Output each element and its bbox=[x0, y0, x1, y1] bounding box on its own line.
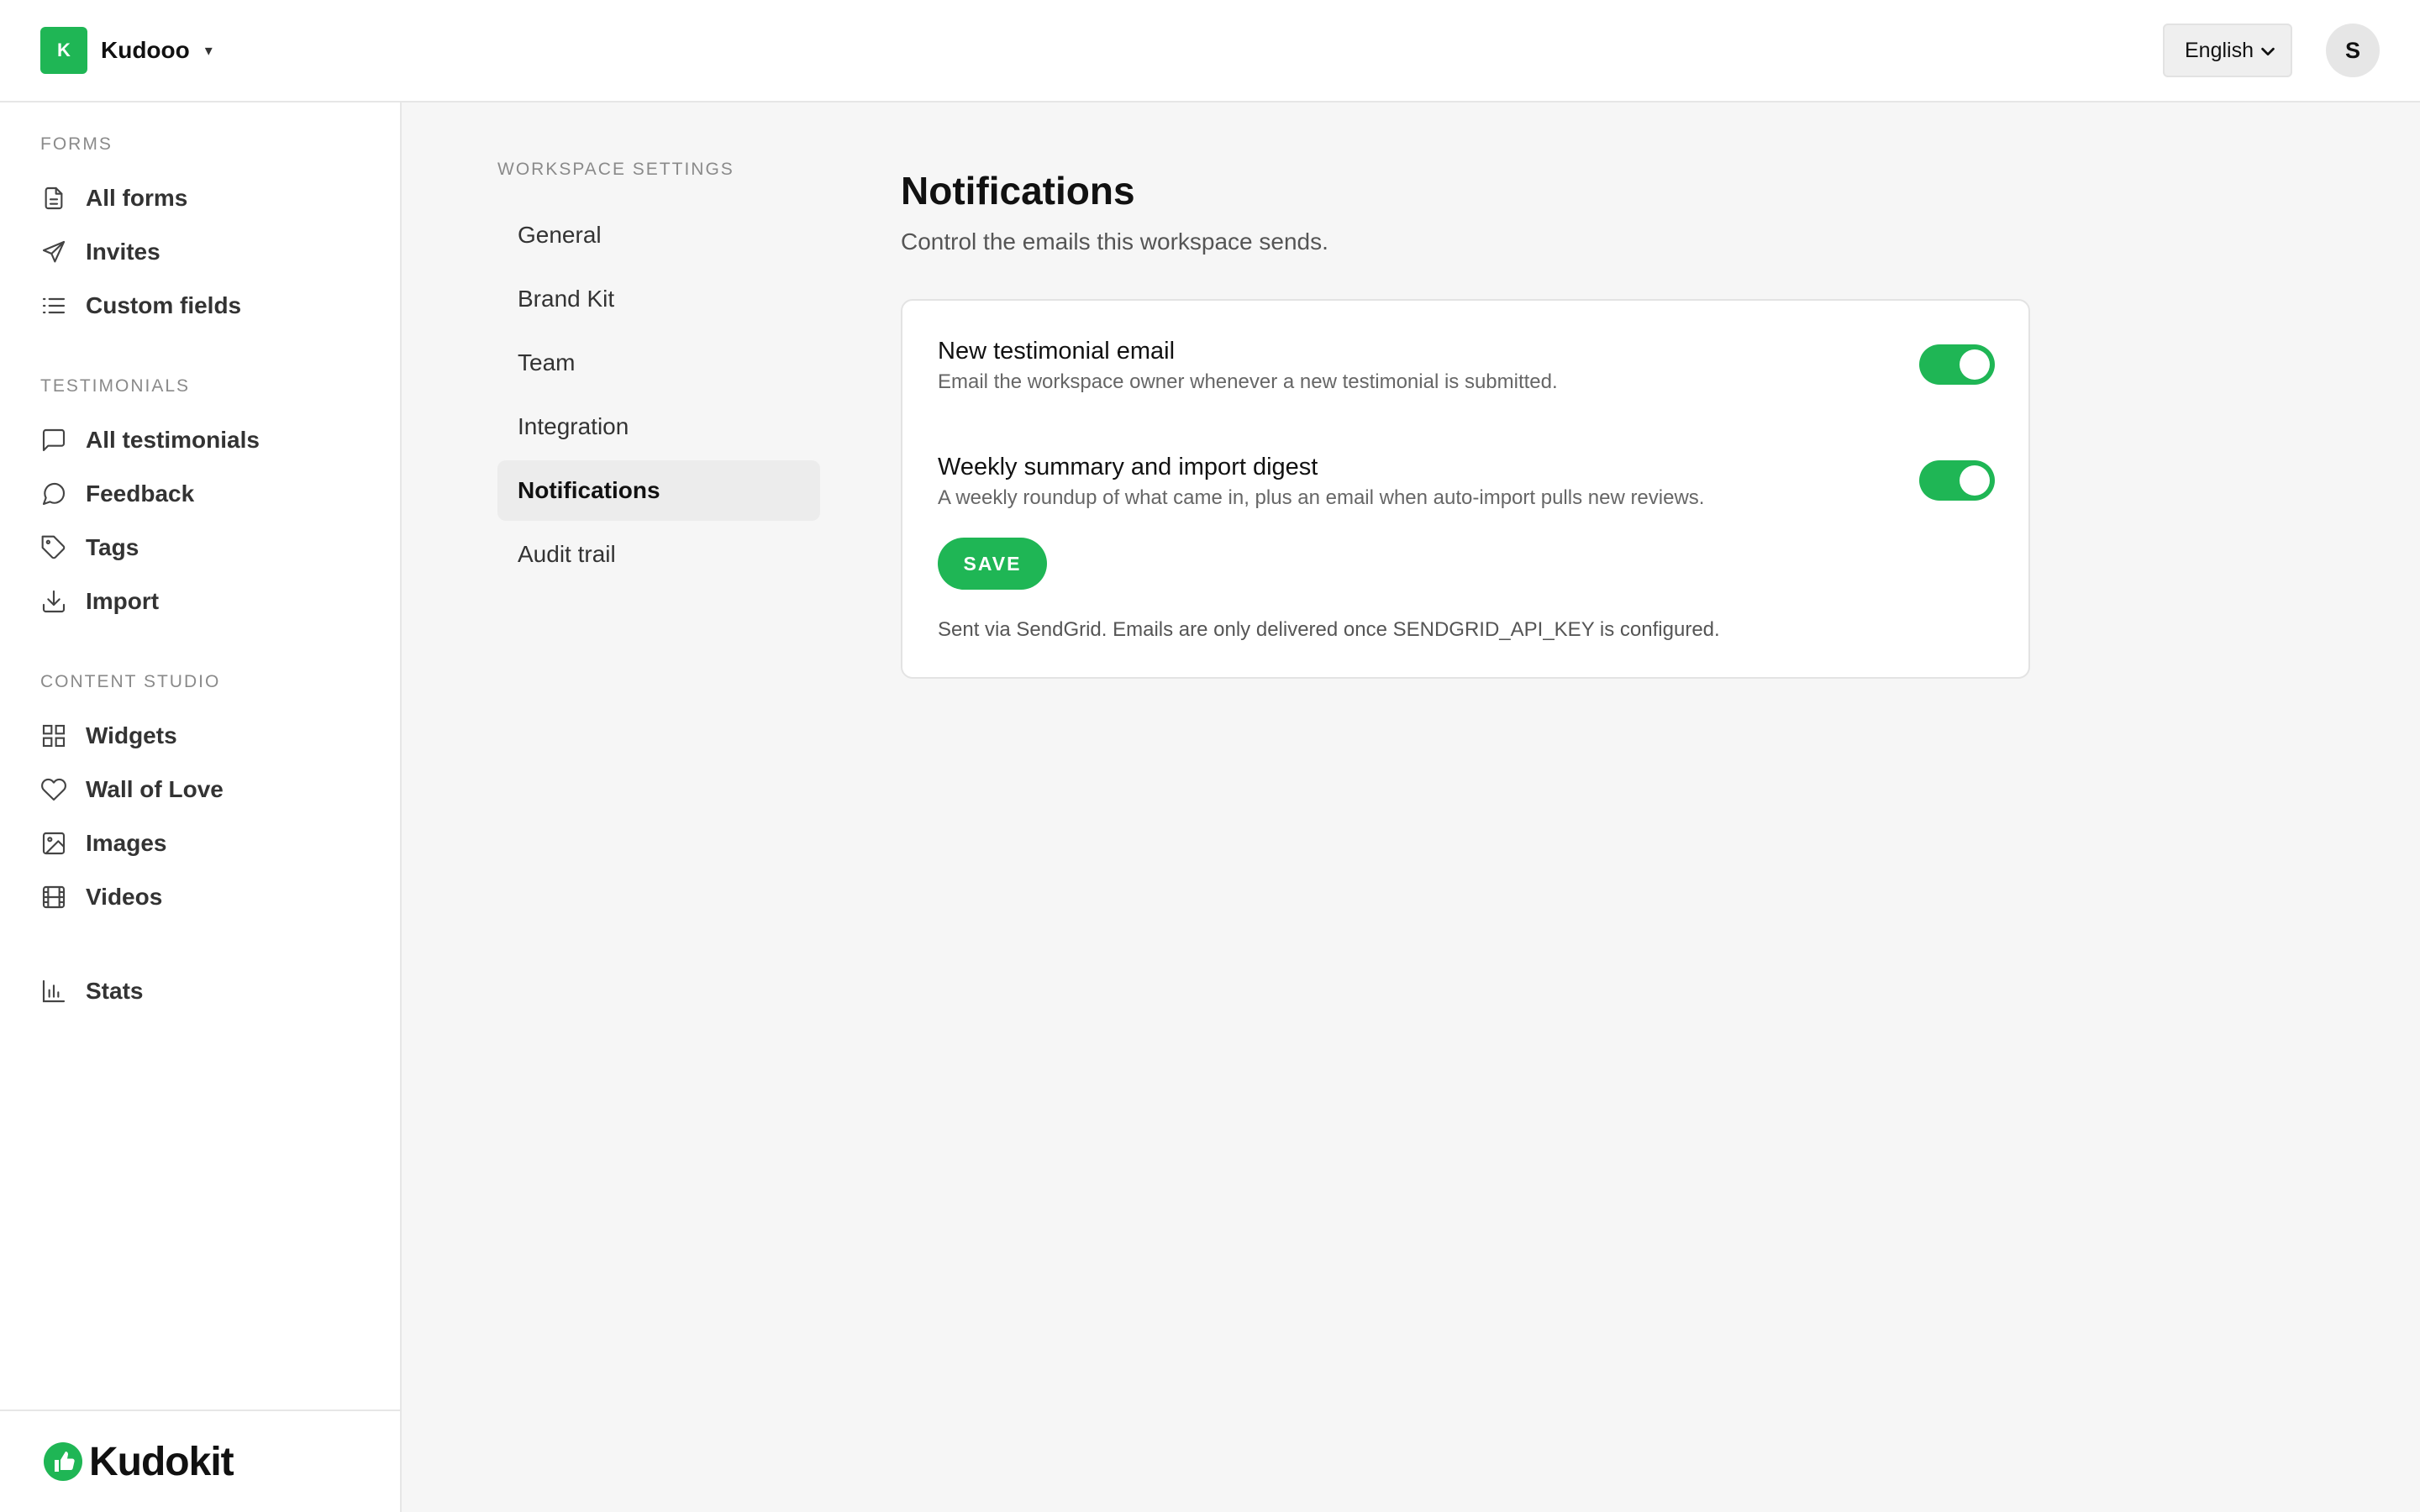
document-icon bbox=[45, 186, 63, 210]
sidebar-item-feedback[interactable]: Feedback bbox=[40, 474, 376, 514]
sidebar-item-label: All testimonials bbox=[86, 427, 260, 453]
setting-title: New testimonial email bbox=[938, 338, 1176, 365]
film-icon bbox=[42, 885, 66, 909]
settings-nav-title: WORKSPACE SETTINGS bbox=[497, 160, 734, 179]
workspace-name: Kudooo bbox=[101, 37, 190, 63]
weekly-summary-toggle[interactable] bbox=[1919, 460, 1995, 501]
workspace-switcher[interactable]: K Kudooo ▾ bbox=[40, 27, 213, 74]
sidebar-item-widgets[interactable]: Widgets bbox=[40, 716, 376, 756]
sidebar-item-wall-of-love[interactable]: Wall of Love bbox=[40, 769, 376, 810]
sidebar-item-tags[interactable]: Tags bbox=[40, 528, 376, 568]
settings-nav-audit-trail[interactable]: Audit trail bbox=[497, 524, 820, 585]
setting-row-weekly-summary: Weekly summary and import digest A weekl… bbox=[938, 454, 1996, 510]
chevron-down-icon bbox=[2261, 47, 2275, 56]
sidebar-section-testimonials: TESTIMONIALS bbox=[40, 376, 191, 396]
tag-icon bbox=[41, 535, 66, 559]
settings-nav-notifications[interactable]: Notifications bbox=[497, 460, 820, 521]
workspace-badge: K bbox=[40, 27, 87, 74]
sidebar-section-forms: FORMS bbox=[40, 134, 113, 154]
sidebar-item-label: Invites bbox=[86, 239, 160, 265]
sidebar-item-label: Widgets bbox=[86, 722, 177, 748]
settings-nav-brand-kit[interactable]: Brand Kit bbox=[497, 269, 820, 329]
main-content: Notifications Control the emails this wo… bbox=[901, 168, 2030, 679]
setting-row-new-testimonial: New testimonial email Email the workspac… bbox=[938, 338, 1996, 394]
user-avatar[interactable]: S bbox=[2326, 24, 2380, 77]
download-icon bbox=[42, 590, 66, 613]
sidebar-item-stats[interactable]: Stats bbox=[40, 971, 376, 1011]
sidebar-item-label: All forms bbox=[86, 185, 188, 211]
page-title: Notifications bbox=[901, 169, 1135, 213]
sidebar-item-all-testimonials[interactable]: All testimonials bbox=[40, 420, 376, 460]
page-subtitle: Control the emails this workspace sends. bbox=[901, 228, 1328, 255]
sidebar-item-custom-fields[interactable]: Custom fields bbox=[40, 286, 376, 326]
thumbs-up-logo-icon bbox=[44, 1442, 82, 1481]
settings-nav-integration[interactable]: Integration bbox=[497, 396, 820, 457]
sidebar-item-label: Custom fields bbox=[86, 292, 242, 318]
toggle-knob bbox=[1960, 465, 1990, 496]
chat-bubble-icon bbox=[42, 483, 66, 506]
sidebar-item-label: Wall of Love bbox=[86, 776, 224, 802]
new-testimonial-email-toggle[interactable] bbox=[1919, 344, 1995, 385]
setting-description: Email the workspace owner whenever a new… bbox=[938, 370, 1558, 393]
sendgrid-note: Sent via SendGrid. Emails are only deliv… bbox=[938, 618, 1720, 641]
language-select[interactable]: English bbox=[2163, 24, 2292, 77]
sidebar-footer: Kudokit bbox=[0, 1410, 400, 1512]
settings-nav-general[interactable]: General bbox=[497, 205, 820, 265]
sidebar-item-videos[interactable]: Videos bbox=[40, 877, 376, 917]
sidebar-section-content-studio: CONTENT STUDIO bbox=[40, 672, 221, 691]
save-button[interactable]: SAVE bbox=[938, 538, 1047, 590]
list-icon bbox=[42, 297, 66, 314]
sidebar-item-invites[interactable]: Invites bbox=[40, 232, 376, 272]
setting-description: A weekly roundup of what came in, plus a… bbox=[938, 486, 1705, 509]
toggle-knob bbox=[1960, 349, 1990, 380]
brand-name: Kudokit bbox=[89, 1439, 234, 1484]
notifications-card: New testimonial email Email the workspac… bbox=[901, 299, 2030, 679]
image-icon bbox=[42, 832, 66, 855]
heart-icon bbox=[41, 778, 66, 801]
sidebar-item-label: Import bbox=[86, 588, 160, 614]
sidebar-item-label: Stats bbox=[86, 978, 144, 1004]
setting-title: Weekly summary and import digest bbox=[938, 454, 1318, 480]
sidebar-item-all-forms[interactable]: All forms bbox=[40, 178, 376, 218]
bar-chart-icon bbox=[42, 979, 66, 1003]
top-bar: K Kudooo ▾ English S bbox=[0, 0, 2420, 102]
settings-nav: WORKSPACE SETTINGS General Brand Kit Tea… bbox=[497, 160, 820, 588]
sidebar-item-images[interactable]: Images bbox=[40, 823, 376, 864]
send-icon bbox=[42, 240, 66, 263]
sidebar-item-label: Tags bbox=[86, 534, 139, 560]
language-value: English bbox=[2185, 38, 2254, 62]
sidebar-item-label: Feedback bbox=[86, 480, 195, 507]
settings-nav-team[interactable]: Team bbox=[497, 333, 820, 393]
grid-icon bbox=[42, 724, 66, 748]
sidebar-item-import[interactable]: Import bbox=[40, 581, 376, 622]
sidebar: FORMS All forms Invites Custom fields TE… bbox=[0, 102, 402, 1512]
chat-square-icon bbox=[42, 428, 66, 452]
sidebar-item-label: Videos bbox=[86, 884, 163, 910]
caret-down-icon: ▾ bbox=[204, 41, 213, 59]
sidebar-item-label: Images bbox=[86, 830, 167, 856]
